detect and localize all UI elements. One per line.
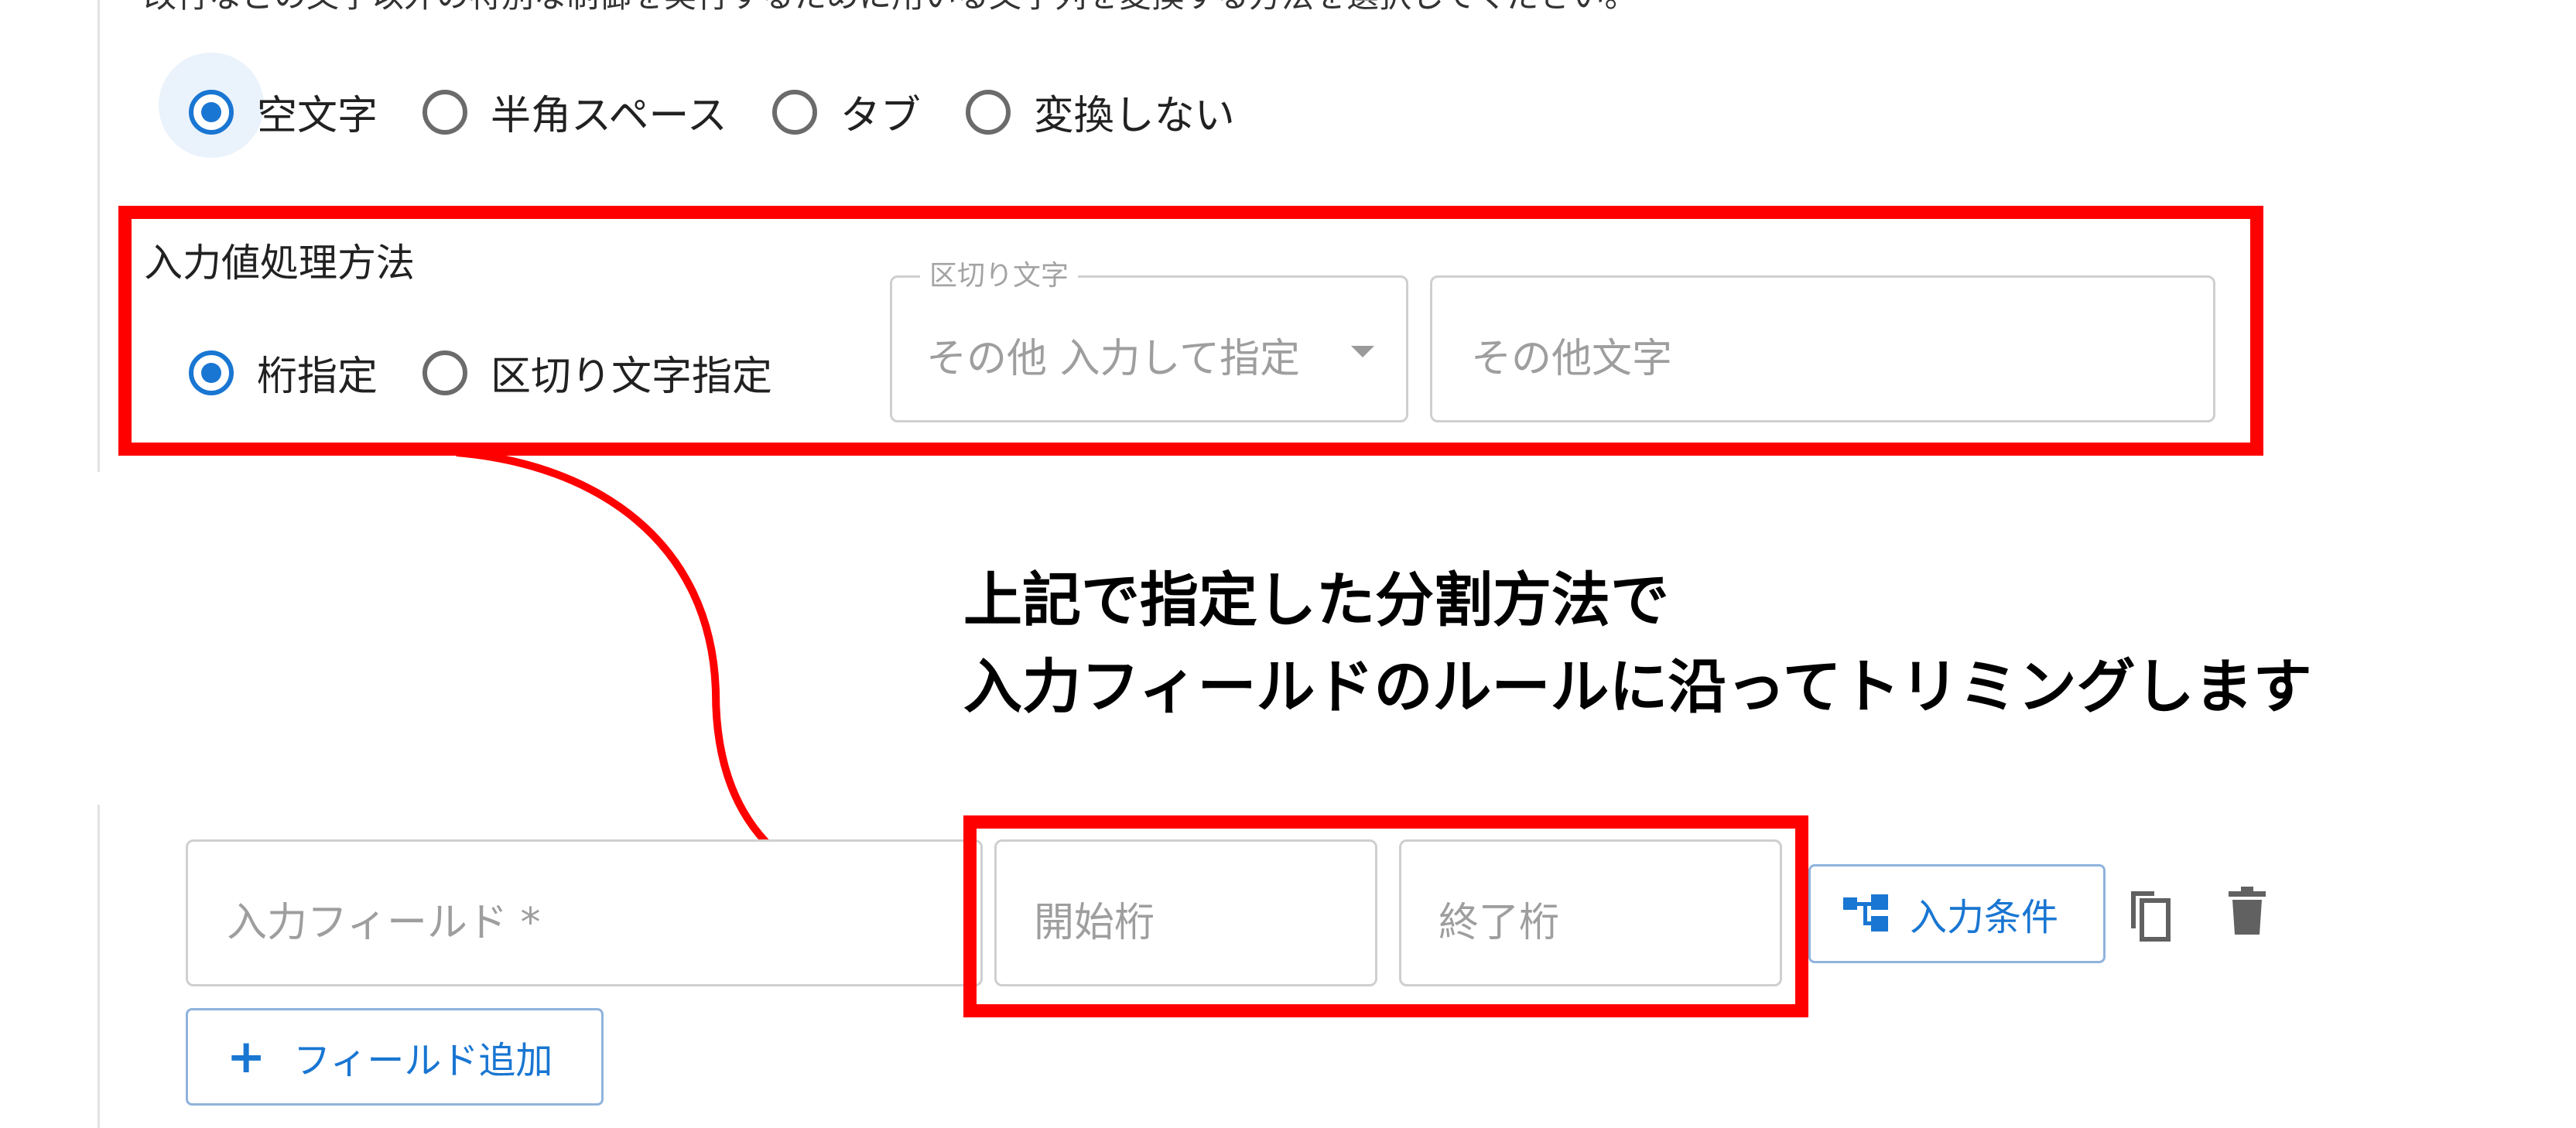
tree-structure-icon	[1843, 894, 1888, 931]
highlight-box-digits	[963, 815, 1808, 1017]
radio-empty-string[interactable]: 空文字	[189, 83, 378, 141]
radio-half-width-space[interactable]: 半角スペース	[422, 83, 727, 141]
instruction-text: 改行などの文字以外の特別な制御を実行するために用いる文字列を変換する方法を選択し…	[144, 0, 1637, 12]
radio-label: 変換しない	[1033, 93, 1235, 139]
radio-label: 空文字	[257, 93, 378, 139]
radio-no-conversion[interactable]: 変換しない	[965, 83, 1235, 141]
annotation-line-2: 入力フィールドのルールに沿ってトリミングします	[963, 652, 2312, 721]
annotation-text: 上記で指定した分割方法で 入力フィールドのルールに沿ってトリミングします	[963, 557, 2312, 730]
trash-icon[interactable]	[2229, 887, 2266, 935]
section-divider-bottom	[97, 805, 100, 1128]
radio-button-icon[interactable]	[965, 89, 1011, 135]
radio-button-icon[interactable]	[771, 89, 817, 135]
radio-button-icon[interactable]	[422, 89, 468, 135]
add-field-button[interactable]: + フィールド追加	[186, 1008, 604, 1106]
plus-icon: +	[227, 1030, 266, 1084]
input-condition-label: 入力条件	[1910, 896, 2059, 939]
add-field-label: フィールド追加	[293, 1039, 553, 1082]
highlight-box-processing	[118, 206, 2263, 456]
section-divider-top	[97, 0, 100, 472]
annotation-line-1: 上記で指定した分割方法で	[963, 566, 1669, 634]
copy-icon[interactable]	[2126, 887, 2173, 942]
input-field-select[interactable]: 入力フィールド *	[186, 839, 983, 986]
input-field-placeholder: 入力フィールド *	[227, 900, 541, 946]
input-condition-button[interactable]: 入力条件	[1808, 864, 2106, 963]
radio-label: タブ	[840, 93, 921, 139]
conversion-radio-group: 空文字 半角スペース タブ 変換しない	[189, 83, 1280, 141]
radio-button-icon[interactable]	[189, 89, 234, 135]
radio-tab[interactable]: タブ	[771, 83, 921, 141]
radio-label: 半角スペース	[491, 93, 727, 139]
